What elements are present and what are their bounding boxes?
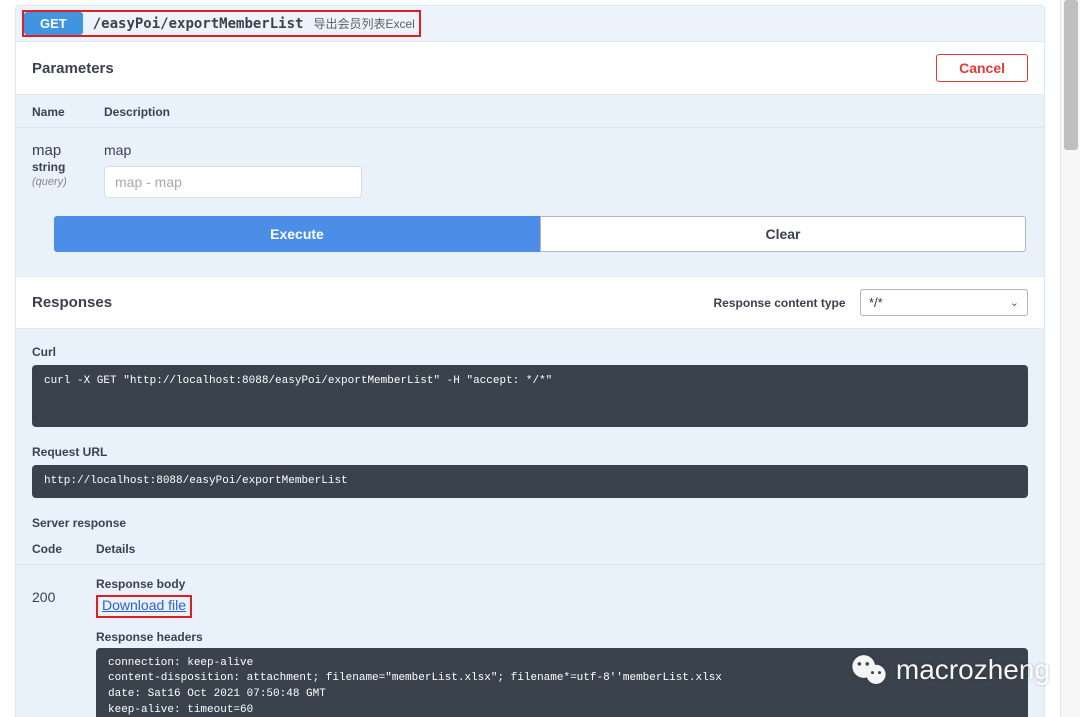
operation-block: GET /easyPoi/exportMemberList 导出会员列表Exce… xyxy=(15,5,1045,717)
response-content-type-select[interactable]: */* ⌄ xyxy=(860,289,1028,316)
response-headers-label: Response headers xyxy=(96,630,1028,644)
highlight-endpoint: GET /easyPoi/exportMemberList 导出会员列表Exce… xyxy=(22,10,421,37)
response-headers-block[interactable]: connection: keep-alive content-dispositi… xyxy=(96,648,1028,717)
endpoint-path: /easyPoi/exportMemberList xyxy=(93,16,304,32)
col-name-label: Name xyxy=(32,105,104,119)
highlight-download: Download file xyxy=(96,595,192,618)
param-name: map xyxy=(32,142,104,159)
curl-block[interactable]: curl -X GET "http://localhost:8088/easyP… xyxy=(32,365,1028,427)
curl-label: Curl xyxy=(32,345,1028,359)
parameters-bar: Parameters Cancel xyxy=(16,42,1044,95)
parameters-title: Parameters xyxy=(32,60,114,77)
responses-title: Responses xyxy=(32,294,112,311)
request-url-block[interactable]: http://localhost:8088/easyPoi/exportMemb… xyxy=(32,465,1028,498)
response-body-label: Response body xyxy=(96,577,1028,591)
param-row: map string (query) map xyxy=(16,128,1044,212)
params-header-row: Name Description xyxy=(16,95,1044,128)
scrollbar-thumb[interactable] xyxy=(1064,0,1078,150)
clear-button[interactable]: Clear xyxy=(540,216,1026,252)
endpoint-summary: 导出会员列表Excel xyxy=(313,15,414,32)
details-column-label: Details xyxy=(96,542,1028,556)
scrollbar[interactable] xyxy=(1060,0,1080,717)
code-column-label: Code xyxy=(32,542,96,556)
method-badge: GET xyxy=(24,12,83,35)
response-content-type-value: */* xyxy=(869,295,883,310)
execute-button[interactable]: Execute xyxy=(54,216,540,252)
request-url-label: Request URL xyxy=(32,445,1028,459)
parameters-body: Name Description map string (query) map … xyxy=(16,95,1044,276)
param-input[interactable] xyxy=(104,166,362,198)
server-response-label: Server response xyxy=(32,516,1028,530)
cancel-button[interactable]: Cancel xyxy=(936,54,1028,82)
col-description-label: Description xyxy=(104,105,1028,119)
operation-header[interactable]: GET /easyPoi/exportMemberList 导出会员列表Exce… xyxy=(16,6,1044,42)
responses-bar: Responses Response content type */* ⌄ xyxy=(16,276,1044,329)
param-type: string xyxy=(32,160,104,174)
response-code: 200 xyxy=(32,565,96,717)
param-description: map xyxy=(104,142,1028,158)
param-in: (query) xyxy=(32,176,104,188)
chevron-down-icon: ⌄ xyxy=(1010,296,1019,309)
response-content-type-label: Response content type xyxy=(714,296,846,310)
response-row: 200 Response body Download file Response… xyxy=(16,565,1044,717)
action-buttons-row: Execute Clear xyxy=(16,212,1044,262)
download-file-link[interactable]: Download file xyxy=(102,597,186,613)
responses-body: Curl curl -X GET "http://localhost:8088/… xyxy=(16,329,1044,717)
response-columns-header: Code Details xyxy=(16,538,1044,565)
